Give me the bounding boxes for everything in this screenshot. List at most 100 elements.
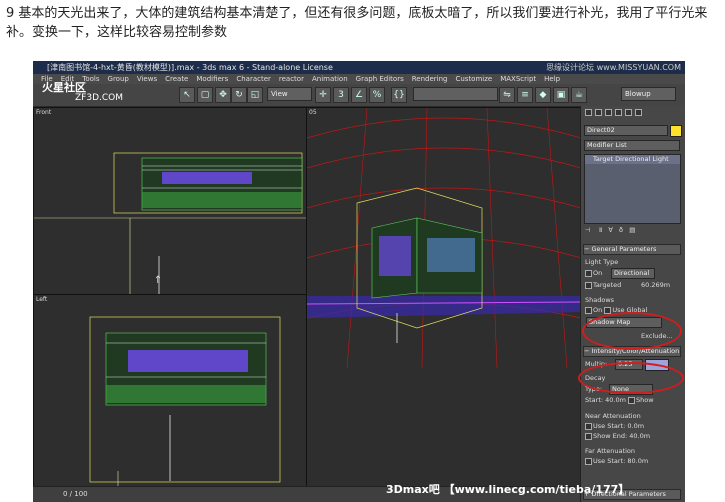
menu-customize[interactable]: Customize <box>455 75 492 83</box>
decay-show-label: Show <box>636 396 654 404</box>
left-wireframe <box>89 316 281 487</box>
main-toolbar: ↖ ▢ ✥ ↻ ◱ View ✛ 3 ∠ % {} ⇋ ≡ ◆ ▣ ☕ Blow… <box>33 84 685 107</box>
rotate-icon[interactable]: ↻ <box>231 87 247 103</box>
far-atten-row: Use Start: 80.0m <box>585 457 648 465</box>
object-color-swatch[interactable] <box>670 125 682 137</box>
max-window: [津南图书馆-4-hxt-黄昏(教材模型)].max - 3ds max 6 -… <box>33 61 685 502</box>
near-end-spinner[interactable]: 40.0m <box>629 432 650 440</box>
caption-text: 9 基本的天光出来了，大体的建筑结构基本清楚了，但还有很多问题，底板太暗了，所以… <box>6 6 708 40</box>
menu-animation[interactable]: Animation <box>312 75 348 83</box>
far-use-checkbox[interactable] <box>585 457 592 465</box>
shadows-on-label: On <box>593 306 603 314</box>
far-start-spinner[interactable]: 80.0m <box>627 457 648 465</box>
far-start-label: Start: <box>607 457 626 465</box>
menu-help[interactable]: Help <box>544 75 560 83</box>
light-on-checkbox[interactable] <box>585 269 592 277</box>
light-on-label: On <box>593 269 603 277</box>
time-slider-frame: 0 / 100 <box>63 490 88 498</box>
front-wireframe: ⇑ <box>34 152 306 294</box>
light-type-label: Light Type <box>585 258 619 266</box>
modifier-list-dropdown[interactable]: Modifier List <box>584 140 680 151</box>
tieba-watermark: 3Dmax吧 【www.linecg.com/tieba/177】 <box>386 483 630 496</box>
select-region-icon[interactable]: ▢ <box>197 87 213 103</box>
decay-start-label: Start: <box>585 396 604 404</box>
targeted-checkbox[interactable] <box>585 281 592 289</box>
near-atten-row2: Show End: 40.0m <box>585 432 650 440</box>
light-on-row: On <box>585 269 602 277</box>
near-show-checkbox[interactable] <box>585 432 592 440</box>
viewport-left[interactable]: Left <box>33 294 307 488</box>
configure-sets-icon[interactable]: ▤ <box>629 226 635 234</box>
render-setup-icon[interactable]: ▣ <box>553 87 569 103</box>
window-title: [津南图书馆-4-hxt-黄昏(教材模型)].max - 3ds max 6 -… <box>47 63 333 72</box>
menu-maxscript[interactable]: MAXScript <box>500 75 536 83</box>
align-icon[interactable]: ≡ <box>517 87 533 103</box>
site-watermark: 思缘设计论坛 www.MISSYUAN.COM <box>546 63 681 72</box>
modify-tab-icon[interactable] <box>595 108 603 116</box>
menu-rendering[interactable]: Rendering <box>412 75 448 83</box>
use-global-checkbox[interactable] <box>604 306 612 314</box>
scale-icon[interactable]: ◱ <box>247 87 263 103</box>
near-end-label: End: <box>612 432 628 440</box>
named-selection-combo[interactable] <box>413 87 498 101</box>
show-end-result-icon[interactable]: Ⅱ <box>599 226 602 234</box>
pivot-icon[interactable]: ✛ <box>315 87 331 103</box>
viewport-front[interactable]: Front ⇑ <box>33 107 307 295</box>
near-use-label: Use <box>593 422 606 430</box>
near-start-spinner[interactable]: 0.0m <box>627 422 644 430</box>
menu-bar: File Edit Tools Group Views Create Modifiers Ch… <box>33 74 685 84</box>
move-icon[interactable]: ✥ <box>215 87 231 103</box>
menu-create[interactable]: Create <box>165 75 188 83</box>
viewport-perspective[interactable]: 05 <box>306 107 582 499</box>
svg-text:⇑: ⇑ <box>154 275 162 286</box>
angle-snap-icon[interactable]: ∠ <box>351 87 367 103</box>
make-unique-icon[interactable]: ∀ <box>608 226 612 234</box>
quick-render-icon[interactable]: ☕ <box>571 87 587 103</box>
near-use-checkbox[interactable] <box>585 422 592 430</box>
named-selection-icon[interactable]: {} <box>391 87 407 103</box>
shadows-on-checkbox[interactable] <box>585 306 592 314</box>
general-params-rollout[interactable]: − General Parameters <box>583 244 681 255</box>
highlight-shadows-ellipse <box>582 312 682 350</box>
viewport-label-persp: 05 <box>309 109 317 116</box>
remove-modifier-icon[interactable]: ð <box>619 226 623 234</box>
modifier-stack-item[interactable]: Target Directional Light <box>585 155 680 164</box>
command-panel: Direct02 Modifier List Target Directiona… <box>580 106 685 502</box>
utilities-tab-icon[interactable] <box>635 108 643 116</box>
title-bar: [津南图书馆-4-hxt-黄昏(教材模型)].max - 3ds max 6 -… <box>33 61 685 74</box>
near-show-label: Show <box>593 432 611 440</box>
shadows-label: Shadows <box>585 296 615 304</box>
material-editor-icon[interactable]: ◆ <box>535 87 551 103</box>
hierarchy-tab-icon[interactable] <box>605 108 613 116</box>
menu-group[interactable]: Group <box>108 75 129 83</box>
render-type-combo[interactable]: Blowup <box>621 87 676 101</box>
menu-views[interactable]: Views <box>137 75 157 83</box>
reference-coord-combo[interactable]: View <box>267 87 312 101</box>
menu-graph-editors[interactable]: Graph Editors <box>356 75 404 83</box>
far-atten-label: Far Attenuation <box>585 447 635 455</box>
viewport-label-left: Left <box>36 296 48 303</box>
light-type-dropdown[interactable]: Directional <box>611 268 655 279</box>
pin-stack-icon[interactable]: ⊣ <box>585 226 591 234</box>
percent-snap-icon[interactable]: % <box>369 87 385 103</box>
display-tab-icon[interactable] <box>625 108 633 116</box>
motion-tab-icon[interactable] <box>615 108 623 116</box>
decay-show-checkbox[interactable] <box>628 396 636 404</box>
targeted-distance: 60.269m <box>641 281 671 289</box>
select-icon[interactable]: ↖ <box>179 87 195 103</box>
persp-scene <box>307 108 581 369</box>
menu-reactor[interactable]: reactor <box>279 75 304 83</box>
forum-logo-url: ZF3D.COM <box>75 93 123 103</box>
snap-icon[interactable]: 3 <box>333 87 349 103</box>
menu-modifiers[interactable]: Modifiers <box>196 75 228 83</box>
viewport-label-front: Front <box>36 109 52 116</box>
mirror-icon[interactable]: ⇋ <box>499 87 515 103</box>
stack-tools: ⊣ Ⅱ ∀ ð ▤ <box>585 226 635 234</box>
targeted-row: Targeted <box>585 281 621 289</box>
menu-character[interactable]: Character <box>236 75 271 83</box>
decay-start-row: Start: 40.0m Show <box>585 396 654 404</box>
near-atten-label: Near Attenuation <box>585 412 641 420</box>
object-name-field[interactable]: Direct02 <box>584 125 668 136</box>
create-tab-icon[interactable] <box>585 108 592 116</box>
decay-start-spinner[interactable]: 40.0m <box>605 396 626 404</box>
